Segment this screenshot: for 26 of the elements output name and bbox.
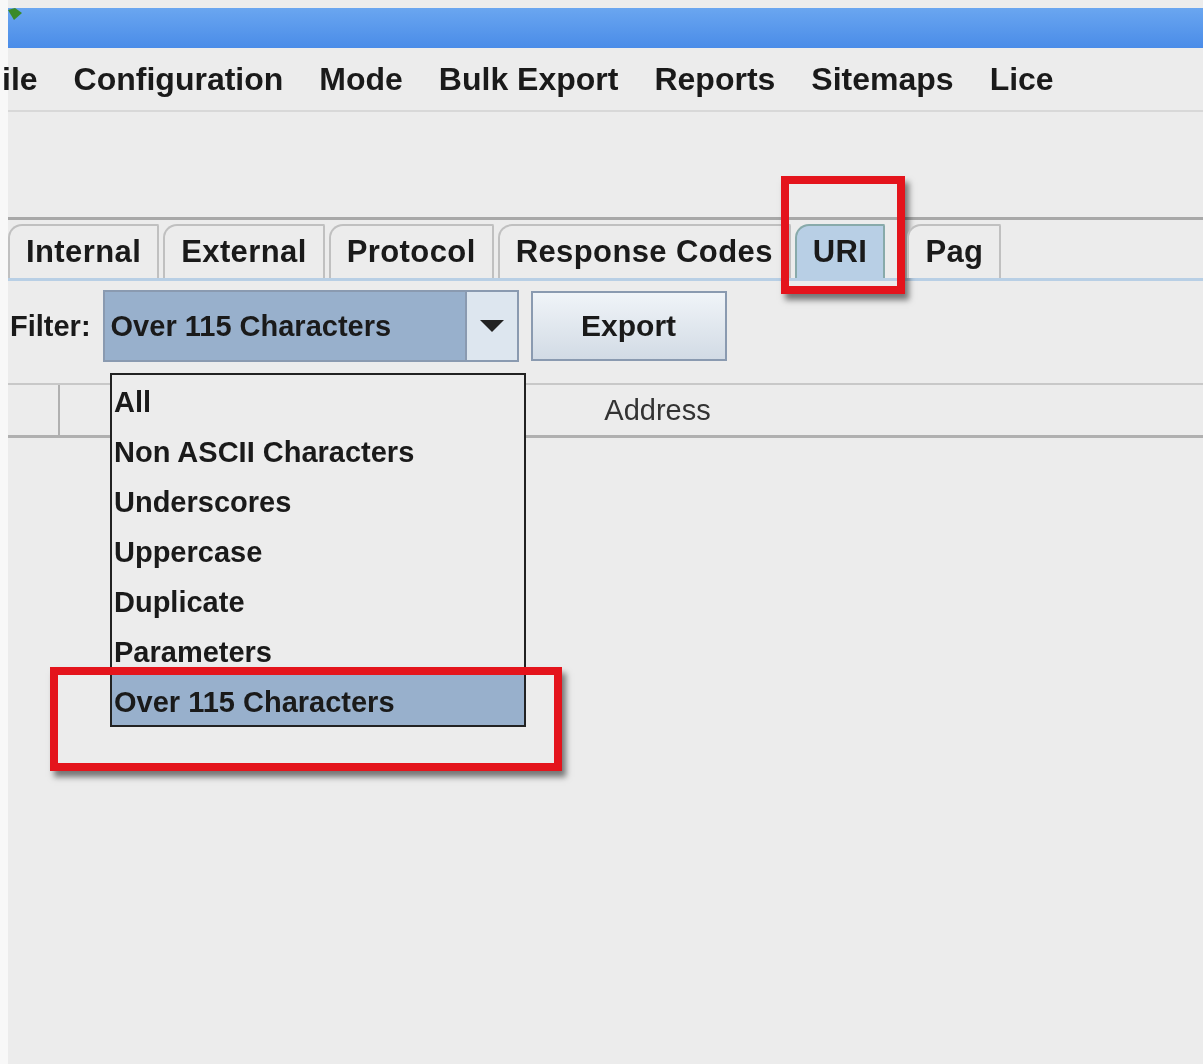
tab[interactable]: Protocol [328,224,494,278]
tab[interactable]: Internal [8,224,160,278]
dropdown-option[interactable]: Underscores [112,475,524,525]
dropdown-option[interactable]: Duplicate [112,575,524,625]
column-header: Address [604,393,711,427]
export-button[interactable]: Export [530,291,727,361]
leaf-icon [8,8,22,20]
tab[interactable]: External [163,224,325,278]
dropdown-option[interactable]: Uppercase [112,525,524,575]
menu-item[interactable]: Reports [654,60,776,98]
menu-item[interactable]: Configuration [73,60,284,98]
tab[interactable]: Response Codes [497,224,791,278]
dropdown-option[interactable]: Parameters [112,625,524,675]
dropdown-option[interactable]: Non ASCII Characters [112,425,524,475]
filter-dropdown[interactable]: Over 115 Characters [102,290,519,362]
dropdown-option[interactable]: Over 115 Characters [112,675,524,725]
menu-item[interactable]: Mode [319,60,403,98]
menu-item[interactable]: ile [2,60,38,98]
tab[interactable]: Pag [907,224,1002,278]
dropdown-option[interactable]: All [112,375,524,425]
caret-icon [479,320,504,332]
filter-label: Filter: [10,309,91,343]
menu-item[interactable]: Lice [989,60,1054,98]
menu-item[interactable]: Sitemaps [811,60,954,98]
tab[interactable]: URI [794,224,886,278]
menu-item[interactable]: Bulk Export [438,60,619,98]
